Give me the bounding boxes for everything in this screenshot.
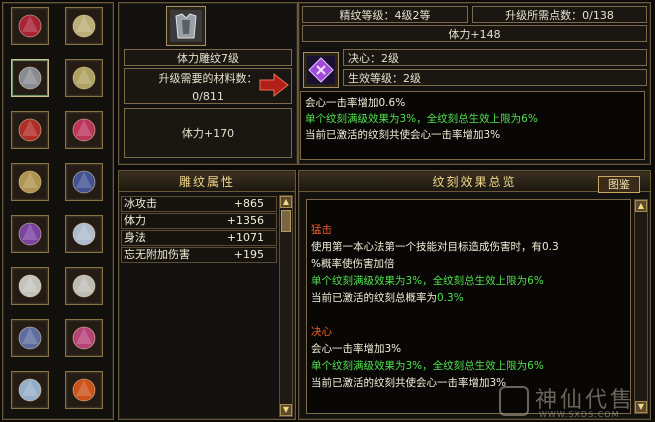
staff-icon <box>14 374 46 406</box>
gem-chain-icon <box>14 10 46 42</box>
attribute-row: 冰攻击 +865 <box>121 196 277 212</box>
attribute-value: +1071 <box>226 231 264 244</box>
carving-name: 体力雕纹7级 <box>124 49 292 66</box>
purple-gem-icon <box>307 56 335 84</box>
equipment-slot[interactable] <box>65 111 103 149</box>
effect-name: 决心：2级 <box>343 49 647 66</box>
attributes-scrollbar[interactable]: ▲ ▼ <box>279 195 293 417</box>
equipment-slot[interactable] <box>11 267 49 305</box>
carving-item-slot[interactable] <box>166 6 206 46</box>
section-title-juexin: 决心 <box>311 326 332 338</box>
attribute-value: +1356 <box>226 214 264 227</box>
overview-scroll-down-button[interactable]: ▼ <box>635 401 647 413</box>
material-value: 0/811 <box>192 89 224 103</box>
equipment-slot[interactable] <box>65 371 103 409</box>
ring-icon <box>68 62 100 94</box>
upgrade-description: 会心一击率增加0.6% 单个纹刻满级效果为3%，全纹刻总生效上限为6% 当前已激… <box>300 91 645 160</box>
belt-icon <box>14 166 46 198</box>
mengji-desc-2: %概率使伤害加倍 <box>311 258 395 270</box>
upgrade-attribute: 体力+148 <box>302 25 647 42</box>
active-level: 生效等级：2级 <box>343 69 647 86</box>
juexin-green: 单个纹刻满级效果为3%，全纹刻总生效上限为6% <box>311 360 544 372</box>
desc-line-1: 会心一击率增加0.6% <box>305 97 406 109</box>
scroll-down-button[interactable]: ▼ <box>280 404 292 416</box>
mengji-current-value: 0.3% <box>437 292 464 304</box>
level-label: 精纹等级：4级2等 <box>302 6 468 23</box>
mengji-desc-1: 使用第一本心法第一个技能对目标造成伤害时，有0.3 <box>311 241 559 253</box>
attribute-row: 身法 +1071 <box>121 230 277 246</box>
amulet-icon <box>14 218 46 250</box>
attribute-value: +195 <box>233 248 264 261</box>
flame-orb-icon <box>68 374 100 406</box>
section-title-mengji: 猛击 <box>311 224 332 236</box>
attribute-name: 体力 <box>124 214 146 227</box>
mengji-current-prefix: 当前已激活的纹刻总概率为 <box>311 292 437 304</box>
blade-icon <box>68 218 100 250</box>
equipment-slot[interactable] <box>11 215 49 253</box>
mengji-current: 当前已激活的纹刻总概率为0.3% <box>311 290 626 307</box>
overview-scroll-up-button[interactable]: ▲ <box>635 200 647 212</box>
armor-icon <box>170 10 202 42</box>
points-label: 升级所需点数：0/138 <box>472 6 647 23</box>
desc-line-2: 单个纹刻满级效果为3%，全纹刻总生效上限为6% <box>305 113 538 125</box>
scroll-up-button[interactable]: ▲ <box>280 196 292 208</box>
attribute-row: 体力 +1356 <box>121 213 277 229</box>
active-level-text: 生效等级：2级 <box>348 71 421 85</box>
mask-icon <box>68 270 100 302</box>
bracelet-icon <box>68 114 100 146</box>
carving-stat: 体力+170 <box>124 108 292 158</box>
equipment-slot[interactable] <box>65 215 103 253</box>
mengji-green: 单个纹刻满级效果为3%，全纹刻总生效上限为6% <box>311 275 544 287</box>
attributes-title: 雕纹属性 <box>119 172 295 192</box>
attribute-row: 忘无附加伤害 +195 <box>121 247 277 263</box>
material-label: 升级需要的材料数： <box>158 71 258 85</box>
equipment-slot[interactable] <box>65 59 103 97</box>
juexin-desc-1: 会心一击率增加3% <box>311 343 402 355</box>
overview-scrollbar[interactable]: ▲ ▼ <box>634 199 648 414</box>
equipment-slot[interactable] <box>11 163 49 201</box>
attribute-name: 忘无附加伤害 <box>124 248 190 261</box>
equipment-sidebar <box>2 2 114 420</box>
equipment-slot[interactable] <box>11 7 49 45</box>
equipment-slot[interactable] <box>11 319 49 357</box>
equipment-slot[interactable] <box>11 59 49 97</box>
effect-item-slot[interactable] <box>303 52 339 88</box>
bracer-icon <box>14 114 46 146</box>
desc-line-3: 当前已激活的纹刻共使会心一击率增加3% <box>305 129 501 141</box>
arrow-right-icon <box>258 72 290 98</box>
attribute-value: +865 <box>233 197 264 210</box>
armor-icon <box>14 62 46 94</box>
necklace-icon <box>68 322 100 354</box>
attribute-name: 身法 <box>124 231 146 244</box>
juexin-current: 当前已激活的纹刻共使会心一击率增加3% <box>311 377 507 389</box>
atlas-button[interactable]: 图鉴 <box>598 176 640 193</box>
effect-name-text: 决心：2级 <box>348 51 399 65</box>
overview-content: 猛击 使用第一本心法第一个技能对目标造成伤害时，有0.3 %概率使伤害加倍 单个… <box>306 199 631 414</box>
equipment-slot[interactable] <box>65 319 103 357</box>
mask-icon <box>14 270 46 302</box>
scroll-thumb[interactable] <box>281 210 291 232</box>
attribute-name: 冰攻击 <box>124 197 157 210</box>
equipment-slot[interactable] <box>11 371 49 409</box>
glove-icon <box>14 322 46 354</box>
equipment-slot[interactable] <box>65 163 103 201</box>
ring-icon <box>68 10 100 42</box>
equipment-slot[interactable] <box>65 267 103 305</box>
equipment-slot[interactable] <box>11 111 49 149</box>
boots-icon <box>68 166 100 198</box>
equipment-slot[interactable] <box>65 7 103 45</box>
